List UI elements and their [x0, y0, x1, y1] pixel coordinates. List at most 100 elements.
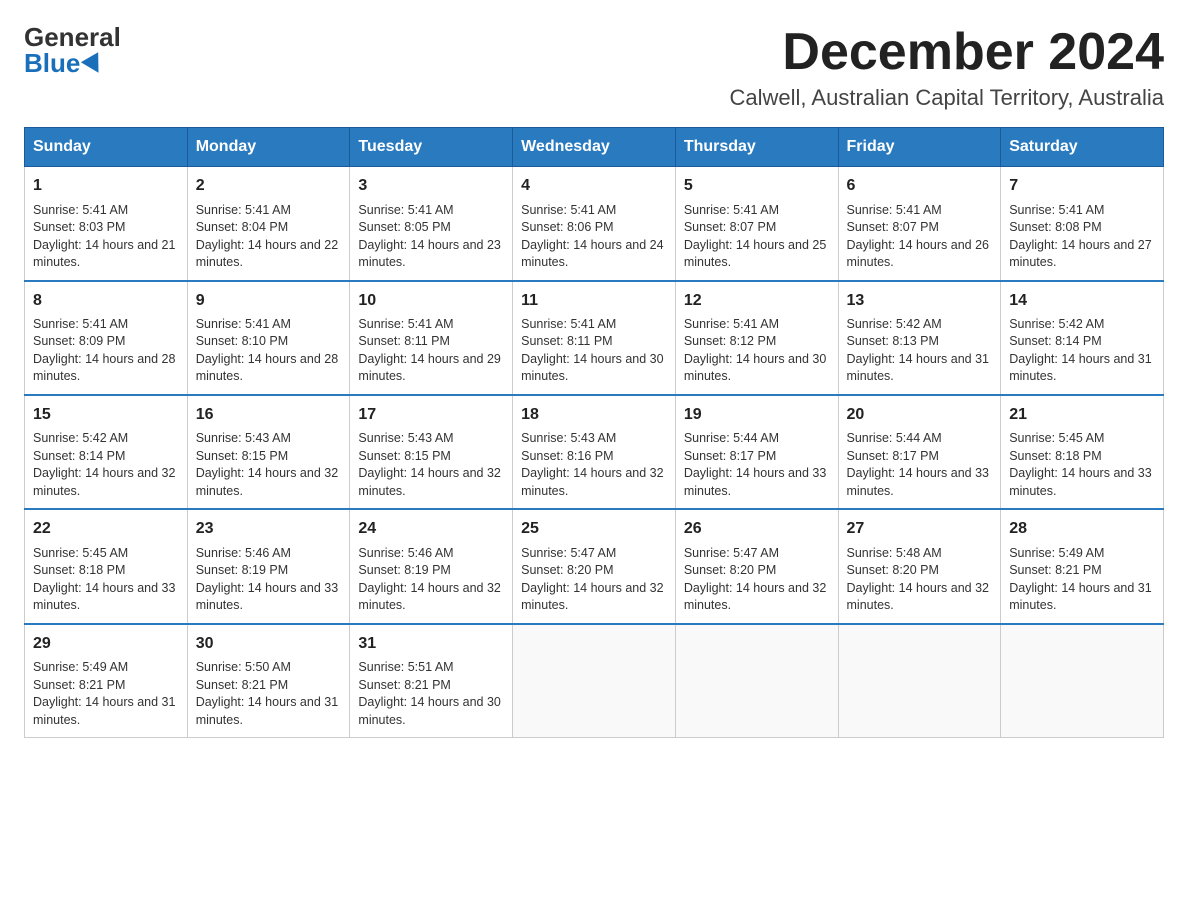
calendar-week-row: 15Sunrise: 5:42 AMSunset: 8:14 PMDayligh… — [25, 395, 1164, 509]
day-info: Sunrise: 5:49 AMSunset: 8:21 PMDaylight:… — [33, 659, 179, 729]
day-info: Sunrise: 5:41 AMSunset: 8:09 PMDaylight:… — [33, 316, 179, 386]
calendar-cell: 30 Sunrise: 5:50 AMSunset: 8:21 PMDayligh… — [187, 624, 350, 738]
day-info: Sunrise: 5:41 AMSunset: 8:12 PMDaylight:… — [684, 316, 830, 386]
calendar-week-row: 1 Sunrise: 5:41 AMSunset: 8:03 PMDaylight… — [25, 167, 1164, 281]
day-info: Sunrise: 5:42 AMSunset: 8:13 PMDaylight:… — [847, 316, 993, 386]
calendar-cell: 9 Sunrise: 5:41 AMSunset: 8:10 PMDaylight… — [187, 281, 350, 395]
day-info: Sunrise: 5:41 AMSunset: 8:10 PMDaylight:… — [196, 316, 342, 386]
logo-general-text: General — [24, 24, 121, 50]
day-number: 8 — [33, 290, 179, 312]
header-monday: Monday — [187, 128, 350, 167]
calendar-cell: 24 Sunrise: 5:46 AMSunset: 8:19 PMDayligh… — [350, 509, 513, 623]
day-number: 10 — [358, 290, 504, 312]
day-info: Sunrise: 5:43 AMSunset: 8:15 PMDaylight:… — [358, 430, 504, 500]
day-info: Sunrise: 5:48 AMSunset: 8:20 PMDaylight:… — [847, 545, 993, 615]
calendar-cell: 3 Sunrise: 5:41 AMSunset: 8:05 PMDaylight… — [350, 167, 513, 281]
month-title: December 2024 — [730, 24, 1164, 81]
day-info: Sunrise: 5:41 AMSunset: 8:08 PMDaylight:… — [1009, 202, 1155, 272]
day-info: Sunrise: 5:46 AMSunset: 8:19 PMDaylight:… — [196, 545, 342, 615]
calendar-header-row: SundayMondayTuesdayWednesdayThursdayFrid… — [25, 128, 1164, 167]
day-info: Sunrise: 5:49 AMSunset: 8:21 PMDaylight:… — [1009, 545, 1155, 615]
day-info: Sunrise: 5:44 AMSunset: 8:17 PMDaylight:… — [684, 430, 830, 500]
page-header: General Blue December 2024 Calwell, Aust… — [24, 24, 1164, 111]
day-info: Sunrise: 5:41 AMSunset: 8:05 PMDaylight:… — [358, 202, 504, 272]
day-info: Sunrise: 5:41 AMSunset: 8:11 PMDaylight:… — [358, 316, 504, 386]
logo: General Blue — [24, 24, 121, 76]
logo-triangle-icon — [81, 52, 107, 78]
day-number: 28 — [1009, 518, 1155, 540]
header-wednesday: Wednesday — [513, 128, 676, 167]
calendar-week-row: 22Sunrise: 5:45 AMSunset: 8:18 PMDayligh… — [25, 509, 1164, 623]
day-info: Sunrise: 5:44 AMSunset: 8:17 PMDaylight:… — [847, 430, 993, 500]
header-tuesday: Tuesday — [350, 128, 513, 167]
day-number: 27 — [847, 518, 993, 540]
calendar-cell: 23 Sunrise: 5:46 AMSunset: 8:19 PMDayligh… — [187, 509, 350, 623]
calendar-cell: 16 Sunrise: 5:43 AMSunset: 8:15 PMDayligh… — [187, 395, 350, 509]
day-info: Sunrise: 5:50 AMSunset: 8:21 PMDaylight:… — [196, 659, 342, 729]
day-number: 16 — [196, 404, 342, 426]
day-info: Sunrise: 5:41 AMSunset: 8:04 PMDaylight:… — [196, 202, 342, 272]
calendar-cell: 12 Sunrise: 5:41 AMSunset: 8:12 PMDayligh… — [675, 281, 838, 395]
calendar-cell: 28 Sunrise: 5:49 AMSunset: 8:21 PMDayligh… — [1001, 509, 1164, 623]
calendar-cell — [838, 624, 1001, 738]
day-number: 14 — [1009, 290, 1155, 312]
day-number: 31 — [358, 633, 504, 655]
calendar-cell: 2 Sunrise: 5:41 AMSunset: 8:04 PMDaylight… — [187, 167, 350, 281]
calendar-cell — [513, 624, 676, 738]
calendar-cell: 18 Sunrise: 5:43 AMSunset: 8:16 PMDayligh… — [513, 395, 676, 509]
calendar-cell: 21Sunrise: 5:45 AMSunset: 8:18 PMDayligh… — [1001, 395, 1164, 509]
calendar-cell: 27 Sunrise: 5:48 AMSunset: 8:20 PMDayligh… — [838, 509, 1001, 623]
calendar-cell: 17 Sunrise: 5:43 AMSunset: 8:15 PMDayligh… — [350, 395, 513, 509]
day-number: 19 — [684, 404, 830, 426]
calendar-cell — [1001, 624, 1164, 738]
day-number: 5 — [684, 175, 830, 197]
calendar-cell: 19 Sunrise: 5:44 AMSunset: 8:17 PMDayligh… — [675, 395, 838, 509]
day-info: Sunrise: 5:42 AMSunset: 8:14 PMDaylight:… — [1009, 316, 1155, 386]
calendar-cell: 15Sunrise: 5:42 AMSunset: 8:14 PMDayligh… — [25, 395, 188, 509]
day-number: 2 — [196, 175, 342, 197]
calendar-week-row: 29 Sunrise: 5:49 AMSunset: 8:21 PMDayligh… — [25, 624, 1164, 738]
day-info: Sunrise: 5:41 AMSunset: 8:11 PMDaylight:… — [521, 316, 667, 386]
calendar-cell: 25Sunrise: 5:47 AMSunset: 8:20 PMDayligh… — [513, 509, 676, 623]
day-number: 3 — [358, 175, 504, 197]
calendar-table: SundayMondayTuesdayWednesdayThursdayFrid… — [24, 127, 1164, 738]
day-number: 12 — [684, 290, 830, 312]
day-info: Sunrise: 5:41 AMSunset: 8:07 PMDaylight:… — [684, 202, 830, 272]
day-number: 9 — [196, 290, 342, 312]
calendar-cell: 22Sunrise: 5:45 AMSunset: 8:18 PMDayligh… — [25, 509, 188, 623]
calendar-cell: 29 Sunrise: 5:49 AMSunset: 8:21 PMDayligh… — [25, 624, 188, 738]
header-saturday: Saturday — [1001, 128, 1164, 167]
calendar-cell: 8 Sunrise: 5:41 AMSunset: 8:09 PMDaylight… — [25, 281, 188, 395]
day-info: Sunrise: 5:41 AMSunset: 8:06 PMDaylight:… — [521, 202, 667, 272]
day-number: 6 — [847, 175, 993, 197]
calendar-cell: 1 Sunrise: 5:41 AMSunset: 8:03 PMDaylight… — [25, 167, 188, 281]
day-number: 30 — [196, 633, 342, 655]
calendar-week-row: 8 Sunrise: 5:41 AMSunset: 8:09 PMDaylight… — [25, 281, 1164, 395]
logo-blue-text: Blue — [24, 50, 104, 76]
calendar-cell: 6Sunrise: 5:41 AMSunset: 8:07 PMDaylight… — [838, 167, 1001, 281]
calendar-cell: 11 Sunrise: 5:41 AMSunset: 8:11 PMDayligh… — [513, 281, 676, 395]
day-number: 4 — [521, 175, 667, 197]
header-sunday: Sunday — [25, 128, 188, 167]
calendar-cell: 14 Sunrise: 5:42 AMSunset: 8:14 PMDayligh… — [1001, 281, 1164, 395]
day-number: 7 — [1009, 175, 1155, 197]
calendar-cell: 7 Sunrise: 5:41 AMSunset: 8:08 PMDaylight… — [1001, 167, 1164, 281]
day-info: Sunrise: 5:45 AMSunset: 8:18 PMDaylight:… — [1009, 430, 1155, 500]
calendar-cell: 10 Sunrise: 5:41 AMSunset: 8:11 PMDayligh… — [350, 281, 513, 395]
day-number: 11 — [521, 290, 667, 312]
day-number: 23 — [196, 518, 342, 540]
day-number: 18 — [521, 404, 667, 426]
day-number: 17 — [358, 404, 504, 426]
day-number: 24 — [358, 518, 504, 540]
day-number: 29 — [33, 633, 179, 655]
calendar-cell: 20Sunrise: 5:44 AMSunset: 8:17 PMDayligh… — [838, 395, 1001, 509]
header-thursday: Thursday — [675, 128, 838, 167]
day-info: Sunrise: 5:51 AMSunset: 8:21 PMDaylight:… — [358, 659, 504, 729]
day-info: Sunrise: 5:43 AMSunset: 8:15 PMDaylight:… — [196, 430, 342, 500]
day-info: Sunrise: 5:41 AMSunset: 8:03 PMDaylight:… — [33, 202, 179, 272]
day-info: Sunrise: 5:43 AMSunset: 8:16 PMDaylight:… — [521, 430, 667, 500]
day-number: 1 — [33, 175, 179, 197]
title-area: December 2024 Calwell, Australian Capita… — [730, 24, 1164, 111]
day-info: Sunrise: 5:46 AMSunset: 8:19 PMDaylight:… — [358, 545, 504, 615]
day-number: 22 — [33, 518, 179, 540]
